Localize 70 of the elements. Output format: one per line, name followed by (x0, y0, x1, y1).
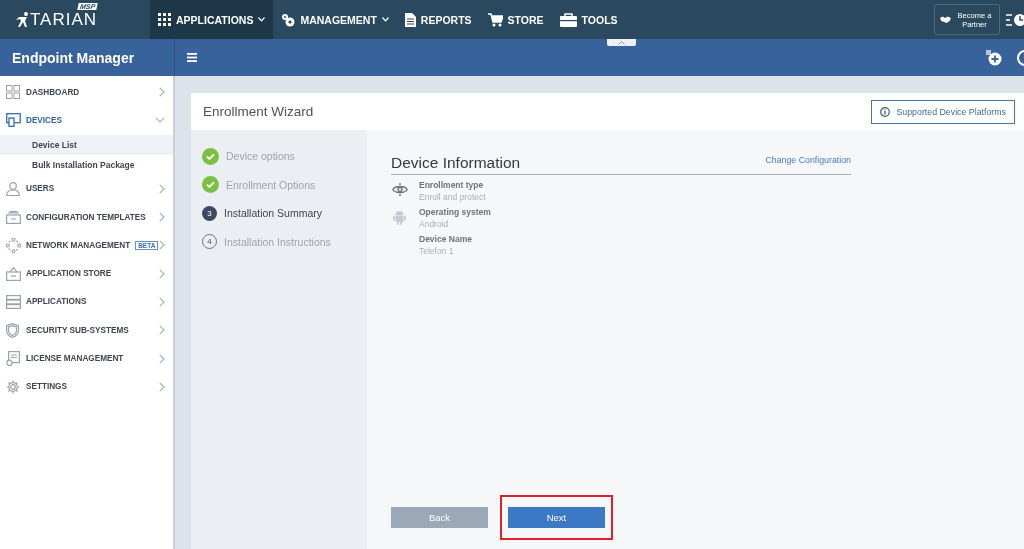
grid-icon (158, 13, 171, 26)
server-icon (6, 294, 21, 309)
sidebar-item[interactable]: SETTINGS (0, 372, 173, 401)
gears-icon (281, 12, 296, 27)
sidebar-subitem[interactable]: Device List (0, 134, 173, 155)
step-label: Device options (226, 150, 295, 163)
history-icon[interactable] (1006, 11, 1024, 28)
sidebar-item[interactable]: DASHBOARD (0, 78, 173, 107)
caret-up-icon (618, 40, 625, 45)
sidebar-item[interactable]: LICENSE MANAGEMENT (0, 344, 173, 373)
supported-platforms-button[interactable]: Supported Device Platforms (871, 99, 1015, 124)
user-icon (6, 181, 20, 196)
field-value: Android (419, 219, 450, 229)
toolbox-icon (559, 12, 577, 27)
wizard-title: Enrollment Wizard (203, 104, 314, 119)
chevron-right-icon (159, 296, 165, 307)
basket-icon (6, 266, 21, 281)
chevron-right-icon (159, 240, 165, 251)
chevron-right-icon (159, 87, 165, 98)
change-configuration-link[interactable]: Change Configuration (765, 155, 851, 172)
step-label: Enrollment Options (226, 178, 316, 191)
step-label: Installation Summary (224, 207, 323, 220)
step-label: Installation Instructions (224, 235, 331, 248)
module-title: Endpoint Manager (12, 49, 135, 66)
top-menu-item[interactable]: TOOLS (551, 0, 626, 39)
caret-icon (381, 17, 389, 22)
logo-text: TARIAN (30, 9, 98, 30)
shield-icon (6, 322, 19, 338)
chevron-right-icon (159, 183, 165, 194)
step-number: 3 (202, 205, 217, 221)
add-device-icon[interactable] (986, 49, 1002, 66)
eye-icon (391, 183, 408, 196)
caret-icon (258, 17, 266, 22)
top-menu-item[interactable]: STORE (479, 0, 552, 39)
next-button[interactable]: Next (508, 507, 605, 528)
chevron-right-icon (159, 325, 165, 336)
top-menu-item[interactable]: REPORTS (396, 0, 480, 39)
collapse-tab[interactable] (607, 39, 636, 46)
sidebar-item[interactable]: SECURITY SUB-SYSTEMS (0, 316, 173, 345)
dashboard-icon (6, 85, 20, 100)
chevron-right-icon (159, 353, 165, 364)
menu-icon[interactable] (187, 53, 197, 62)
sidebar-item[interactable]: APPLICATION STORE (0, 259, 173, 288)
settings-icon (6, 379, 20, 394)
runner-icon (16, 11, 30, 28)
devices-icon (6, 113, 21, 128)
chevron-right-icon (159, 381, 165, 392)
top-menu-item[interactable]: MANAGEMENT (273, 0, 397, 39)
chevron-down-icon (155, 117, 165, 124)
sidebar-item[interactable]: CONFIGURATION TEMPLATES (0, 202, 173, 232)
sidebar-item[interactable]: DEVICES (0, 106, 173, 135)
field-value: Enroll and protect (419, 192, 486, 202)
sidebar-subitem[interactable]: Bulk Installation Package (0, 154, 173, 175)
chevron-right-icon (159, 268, 165, 279)
sidebar-item[interactable]: USERS (0, 174, 173, 203)
section-title: Device Information (391, 154, 521, 172)
top-menu-item[interactable]: APPLICATIONS (150, 0, 274, 39)
field-value: Telefon 1 (419, 246, 455, 256)
sidebar-item[interactable]: APPLICATIONS (0, 287, 173, 317)
chevron-right-icon (159, 212, 165, 223)
info-icon (880, 106, 891, 117)
android-icon (393, 210, 406, 225)
document-icon (404, 12, 416, 27)
network-icon (6, 237, 21, 253)
cart-icon (487, 12, 503, 27)
license-icon (6, 351, 20, 366)
field-label: Operating system (419, 207, 491, 217)
field-label: Device Name (419, 234, 472, 244)
templates-icon (6, 210, 21, 224)
field-label: Enrollment type (419, 180, 485, 190)
